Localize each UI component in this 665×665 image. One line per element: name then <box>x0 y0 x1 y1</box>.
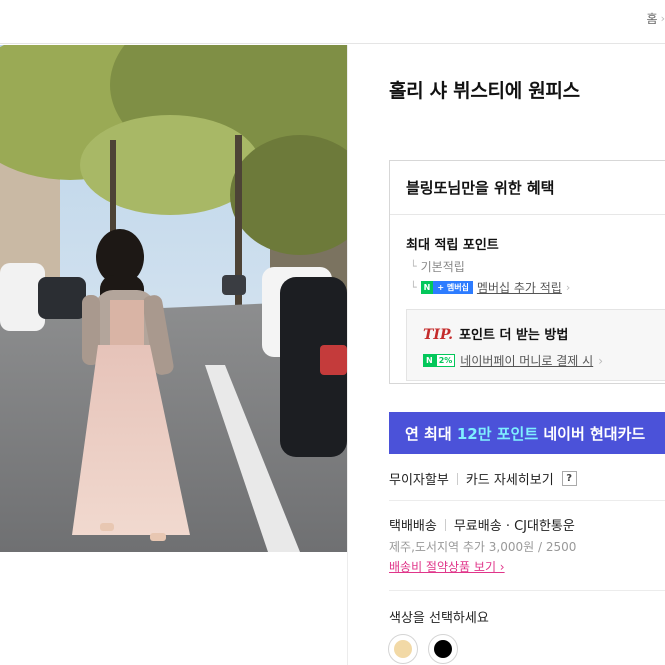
breadcrumb-home[interactable]: 홈 <box>647 10 658 27</box>
divider <box>389 500 665 501</box>
benefit-panel: 블링또님만을 위한 혜택 최대 적립 포인트 └ 기본적립 └ N + 멤버십 멤… <box>389 160 665 384</box>
banner-highlight: 12만 포인트 <box>456 425 539 443</box>
naver-pay-link[interactable]: 네이버페이 머니로 결제 시 <box>460 352 593 369</box>
chevron-right-icon: › <box>660 12 665 25</box>
naver-plus-badge: N + 멤버십 <box>420 281 473 294</box>
naver-n-icon: N <box>420 281 434 294</box>
naver-pay-badge: N 2% <box>423 354 456 367</box>
branch-icon: └ <box>410 260 417 273</box>
naver-pay-row: N 2% 네이버페이 머니로 결제 시 › <box>423 352 603 369</box>
banner-post: 네이버 현대카드 <box>538 425 646 443</box>
naver-n-icon: N <box>423 354 436 367</box>
tip-label: TIP. <box>423 327 454 343</box>
separator <box>444 518 446 531</box>
shipping-extra: 제주,도서지역 추가 3,000원 / 2500 <box>389 540 577 554</box>
branch-icon: └ <box>410 281 417 294</box>
card-detail-link[interactable]: 카드 자세히보기 <box>466 469 554 488</box>
column-divider <box>347 45 348 665</box>
separator <box>456 472 458 485</box>
membership-link[interactable]: 멤버십 추가 적립 <box>477 279 562 296</box>
divider <box>389 590 665 591</box>
banner-pre: 연 최대 <box>405 425 457 443</box>
membership-badge: + 멤버십 <box>433 281 473 294</box>
product-photo-illustration <box>0 45 347 552</box>
tip-box: TIP. 포인트 더 받는 방법 N 2% 네이버페이 머니로 결제 시 › <box>406 309 665 381</box>
product-image[interactable] <box>0 45 347 552</box>
color-swatch-black[interactable] <box>428 634 458 664</box>
shipping-method: 택배배송 <box>389 519 437 534</box>
help-icon[interactable]: ? <box>561 471 577 486</box>
installment-row: 무이자할부 카드 자세히보기 ? <box>389 469 577 488</box>
color-option-label: 색상을 선택하세요 <box>389 611 489 626</box>
basic-points-row: └ 기본적립 <box>410 258 465 275</box>
shipping-fee: 무료배송 · CJ대한통운 <box>453 519 575 534</box>
chevron-right-icon: › <box>565 281 571 294</box>
basic-points-label: 기본적립 <box>420 260 465 274</box>
color-swatch-beige[interactable] <box>388 634 418 664</box>
top-bar: 홈 › <box>0 0 665 44</box>
pay-percent-badge: 2% <box>435 354 456 367</box>
product-title: 홀리 샤 뷔스티에 원피스 <box>389 80 580 102</box>
benefit-header: 블링또님만을 위한 혜택 <box>390 161 665 215</box>
card-promo-banner[interactable]: 연 최대 12만 포인트 네이버 현대카드 <box>389 412 665 454</box>
installment-label: 무이자할부 <box>389 473 449 488</box>
tip-heading: TIP. 포인트 더 받는 방법 <box>423 324 568 343</box>
swatch-fill <box>434 640 452 658</box>
max-points-title: 최대 적립 포인트 <box>406 238 499 253</box>
shipping-row: 택배배송 무료배송 · CJ대한통운 <box>389 515 575 534</box>
shipping-saver-link[interactable]: 배송비 절약상품 보기 › <box>389 558 505 575</box>
breadcrumb: 홈 › <box>647 10 665 27</box>
membership-points-row: └ N + 멤버십 멤버십 추가 적립 › <box>410 279 570 296</box>
swatch-fill <box>394 640 412 658</box>
chevron-right-icon: › <box>598 353 603 368</box>
tip-text: 포인트 더 받는 방법 <box>459 328 569 343</box>
